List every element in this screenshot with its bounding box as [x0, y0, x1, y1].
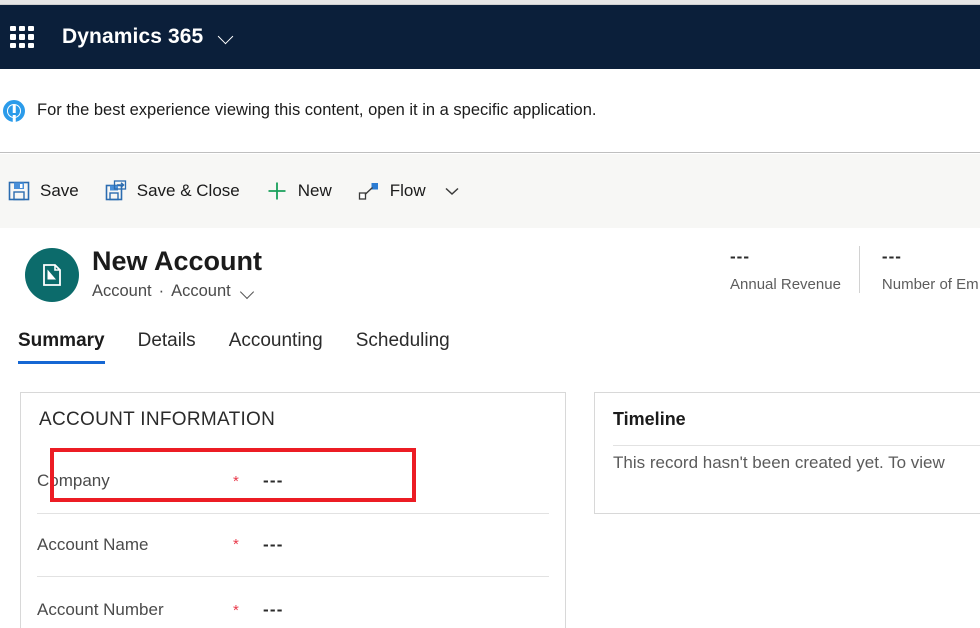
header-field-number-of-employees[interactable]: --- Number of Em — [858, 246, 980, 293]
save-button-label: Save — [40, 181, 79, 200]
field-value[interactable]: --- — [263, 535, 284, 555]
header-field-label: Number of Em — [881, 276, 979, 293]
field-row-account-number[interactable]: Account Number * --- — [37, 578, 549, 628]
form-selector-chevron-down-icon[interactable] — [241, 285, 255, 299]
required-indicator: * — [233, 472, 239, 490]
tab-accounting[interactable]: Accounting — [229, 328, 323, 364]
save-and-close-icon — [105, 180, 126, 201]
command-overflow-button[interactable] — [442, 171, 462, 211]
breadcrumb-separator: · — [158, 282, 165, 300]
entity-name: Account — [92, 282, 152, 300]
app-title: Dynamics 365 — [62, 25, 204, 48]
account-information-card: ACCOUNT INFORMATION Company * --- Accoun… — [20, 392, 566, 628]
header-field-value: --- — [881, 247, 902, 266]
timeline-divider — [613, 445, 980, 446]
account-page-icon — [43, 264, 61, 286]
save-floppy-icon — [8, 181, 30, 201]
chevron-down-icon[interactable] — [219, 29, 235, 45]
timeline-empty-message: This record hasn't been created yet. To … — [613, 453, 945, 472]
section-title: ACCOUNT INFORMATION — [39, 409, 276, 430]
form-name: Account — [171, 282, 231, 300]
field-label: Account Number — [37, 600, 164, 619]
header-field-annual-revenue[interactable]: --- Annual Revenue — [730, 246, 859, 293]
timeline-card: Timeline This record hasn't been created… — [594, 392, 980, 514]
field-value[interactable]: --- — [263, 471, 284, 491]
field-label: Account Name — [37, 534, 149, 554]
field-label: Company — [37, 471, 110, 490]
waffle-grid-icon[interactable] — [10, 26, 34, 48]
avatar — [25, 248, 79, 302]
breadcrumb: Account · Account — [92, 282, 255, 301]
timeline-title: Timeline — [613, 409, 686, 429]
header-quick-fields: --- Annual Revenue --- Number of Em — [730, 246, 980, 304]
new-button[interactable]: New — [266, 171, 332, 211]
header-field-label: Annual Revenue — [730, 276, 841, 293]
app-header-bar: Dynamics 365 — [0, 5, 980, 69]
header-field-value: --- — [730, 247, 750, 266]
plus-icon — [268, 182, 286, 200]
page-title: New Account — [92, 246, 263, 276]
field-row-company[interactable]: Company * --- — [37, 449, 549, 513]
tab-details[interactable]: Details — [138, 328, 196, 364]
chevron-down-icon — [445, 187, 459, 196]
flow-icon — [358, 183, 378, 200]
flow-button-label: Flow — [389, 181, 426, 200]
required-indicator: * — [233, 601, 239, 619]
notification-bar: For the best experience viewing this con… — [0, 69, 980, 153]
field-row-account-name[interactable]: Account Name * --- — [37, 513, 549, 577]
command-bar: Save Save & Close New Flow — [0, 154, 980, 228]
record-header: New Account Account · Account --- Annual… — [0, 228, 980, 320]
dynamics365-account-form-page: Dynamics 365 For the best experience vie… — [0, 0, 980, 628]
save-and-close-button[interactable]: Save & Close — [105, 171, 240, 211]
save-button[interactable]: Save — [8, 171, 79, 211]
tab-summary[interactable]: Summary — [18, 328, 105, 364]
form-tabs: Summary Details Accounting Scheduling — [0, 328, 980, 376]
field-value[interactable]: --- — [263, 600, 284, 620]
notification-message: For the best experience viewing this con… — [37, 101, 597, 119]
flow-button[interactable]: Flow — [358, 171, 426, 211]
new-button-label: New — [297, 181, 332, 200]
required-indicator: * — [233, 536, 239, 553]
save-and-close-label: Save & Close — [136, 181, 240, 200]
info-circle-icon — [3, 99, 25, 122]
tab-scheduling[interactable]: Scheduling — [356, 328, 450, 364]
